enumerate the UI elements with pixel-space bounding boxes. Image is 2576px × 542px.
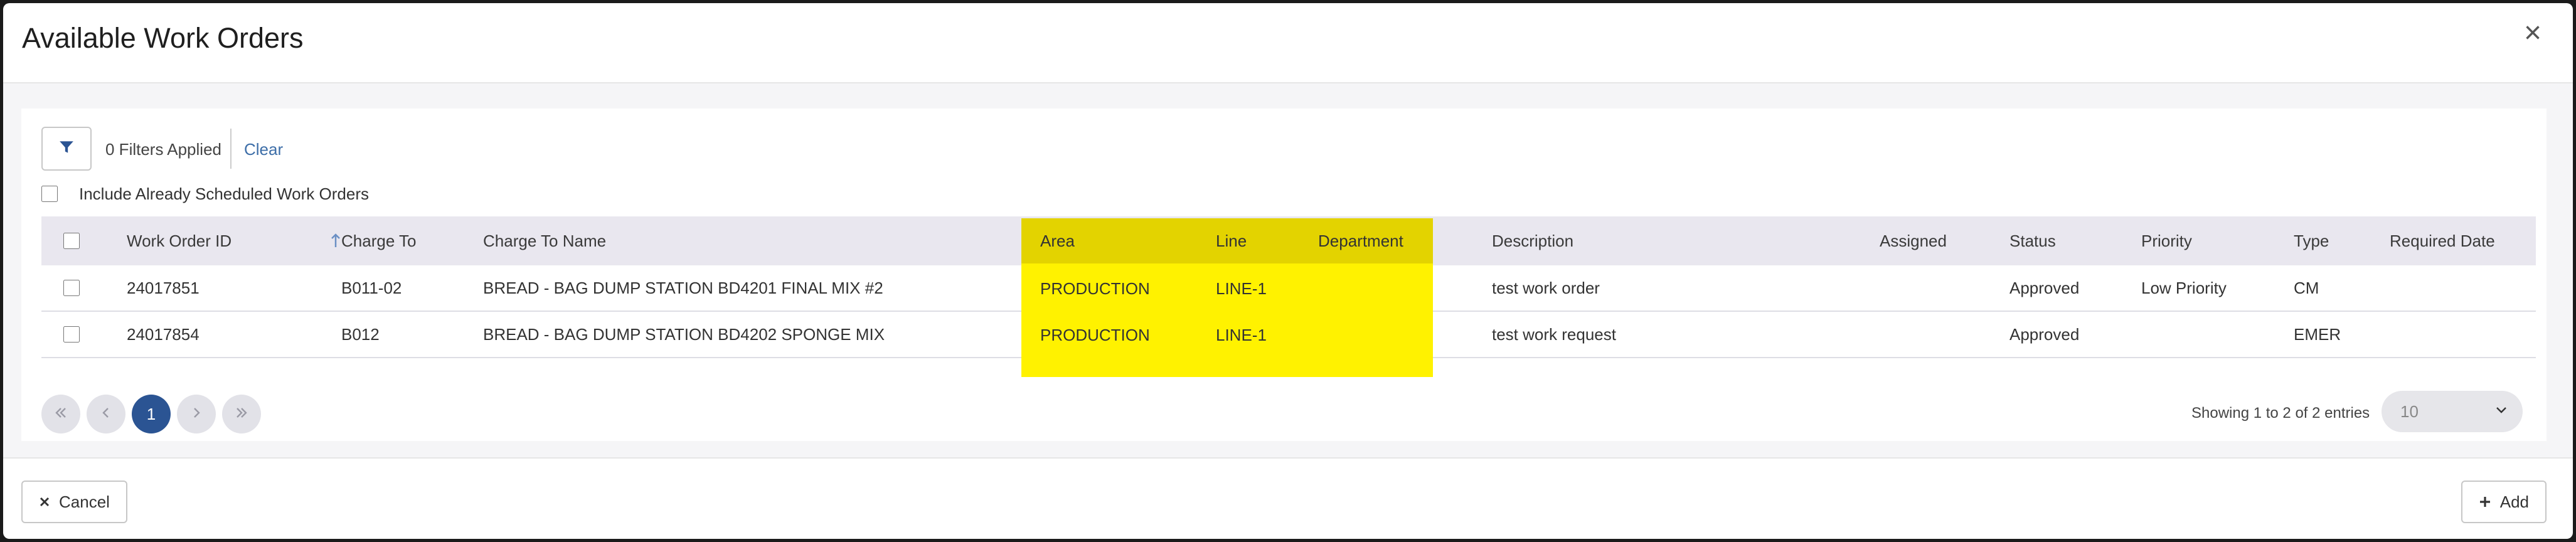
- filters-applied-text: 0 Filters Applied: [105, 140, 221, 159]
- priority: Low Priority: [2141, 278, 2227, 297]
- status: Approved: [2009, 324, 2080, 344]
- column-header-required-date[interactable]: Required Date: [2390, 216, 2495, 265]
- page-size-value: 10: [2400, 401, 2419, 421]
- add-label: Add: [2499, 492, 2529, 511]
- table-header: Work Order ID Charge To Charge To Name A…: [41, 216, 2536, 265]
- column-header-type[interactable]: Type: [2294, 216, 2329, 265]
- divider: [230, 129, 232, 169]
- chevron-left-icon: [99, 405, 113, 424]
- work-orders-panel: 0 Filters Applied Clear Include Already …: [21, 109, 2547, 441]
- double-chevron-left-icon: [54, 405, 68, 424]
- column-header-priority[interactable]: Priority: [2141, 216, 2192, 265]
- chevron-down-icon: [2494, 402, 2509, 422]
- work-order-id: 24017851: [127, 278, 200, 297]
- type: EMER: [2294, 324, 2341, 344]
- close-button[interactable]: ×: [2519, 18, 2547, 48]
- charge-to: B012: [341, 324, 380, 344]
- page-size-select[interactable]: 10: [2382, 391, 2523, 432]
- description: test work order: [1492, 278, 1600, 297]
- clear-filters-link[interactable]: Clear: [244, 140, 283, 159]
- available-work-orders-modal: Available Work Orders × 0 Filters Applie…: [3, 3, 2573, 539]
- add-button[interactable]: Add: [2461, 481, 2547, 523]
- filter-icon: [58, 139, 75, 159]
- column-header-department[interactable]: Department: [1313, 216, 1398, 265]
- page-button-current[interactable]: 1: [132, 395, 171, 433]
- row-checkbox[interactable]: [63, 326, 80, 343]
- column-header-line[interactable]: Line: [1211, 216, 1242, 265]
- column-header-assigned[interactable]: Assigned: [1880, 216, 1947, 265]
- column-header-work-order-id[interactable]: Work Order ID: [127, 216, 232, 265]
- entries-info: Showing 1 to 2 of 2 entries: [2191, 405, 2370, 422]
- include-scheduled-option[interactable]: Include Already Scheduled Work Orders: [41, 183, 369, 205]
- column-header-status[interactable]: Status: [2009, 216, 2056, 265]
- modal-body: 0 Filters Applied Clear Include Already …: [3, 83, 2573, 457]
- column-header-description[interactable]: Description: [1492, 216, 1573, 265]
- column-header-charge-to[interactable]: Charge To: [341, 216, 417, 265]
- next-page-button[interactable]: [177, 395, 216, 433]
- charge-to-name: BREAD - BAG DUMP STATION BD4201 FINAL MI…: [483, 278, 883, 297]
- work-order-id: 24017854: [127, 324, 200, 344]
- sort-ascending-icon[interactable]: [330, 216, 341, 265]
- cancel-label: Cancel: [59, 492, 110, 511]
- modal-header: Available Work Orders ×: [3, 3, 2573, 83]
- previous-page-button[interactable]: [87, 395, 125, 433]
- pagination: 1: [41, 394, 267, 434]
- modal-title: Available Work Orders: [22, 22, 304, 54]
- first-page-button[interactable]: [41, 395, 80, 433]
- double-chevron-right-icon: [235, 405, 248, 424]
- chevron-right-icon: [189, 405, 203, 424]
- cancel-button[interactable]: Cancel: [21, 481, 127, 523]
- row-checkbox[interactable]: [63, 280, 80, 296]
- select-all-checkbox[interactable]: [63, 233, 80, 249]
- include-scheduled-label: Include Already Scheduled Work Orders: [79, 184, 369, 203]
- include-scheduled-checkbox[interactable]: [41, 186, 58, 202]
- filter-button[interactable]: [41, 127, 92, 171]
- type: CM: [2294, 278, 2319, 297]
- last-page-button[interactable]: [222, 395, 261, 433]
- status: Approved: [2009, 278, 2080, 297]
- charge-to-name: BREAD - BAG DUMP STATION BD4202 SPONGE M…: [483, 324, 885, 344]
- close-icon: [39, 496, 50, 507]
- column-header-charge-to-name[interactable]: Charge To Name: [483, 216, 606, 265]
- table-row[interactable]: 24017854 B012 BREAD - BAG DUMP STATION B…: [41, 312, 2536, 358]
- charge-to: B011-02: [341, 278, 402, 297]
- modal-footer: Cancel Add: [3, 457, 2573, 539]
- plus-icon: [2479, 496, 2491, 508]
- description: test work request: [1492, 324, 1616, 344]
- column-header-area[interactable]: Area: [1035, 216, 1070, 265]
- table-row[interactable]: 24017851 B011-02 BREAD - BAG DUMP STATIO…: [41, 265, 2536, 312]
